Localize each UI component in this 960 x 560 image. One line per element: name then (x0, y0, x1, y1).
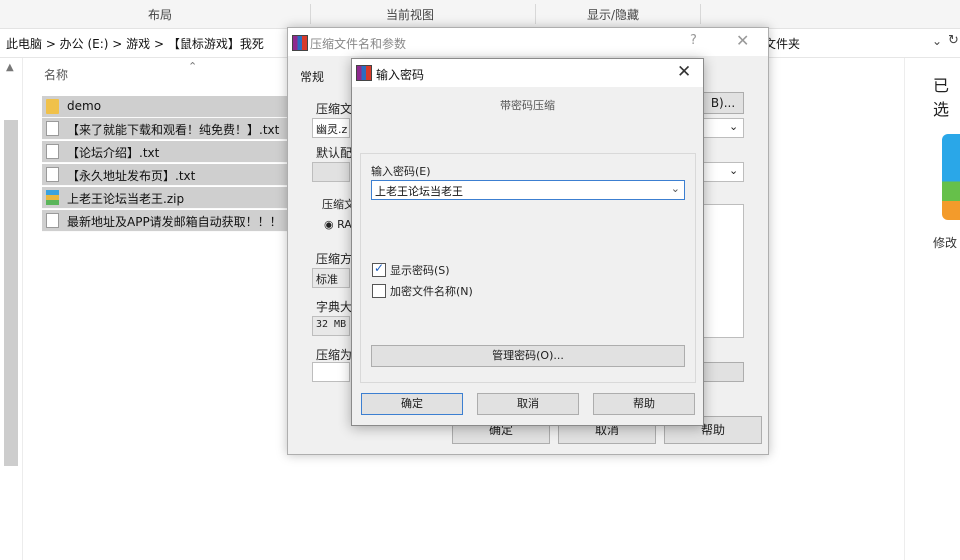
manage-passwords-button[interactable]: 管理密码(O)... (371, 345, 685, 367)
format-rar-radio[interactable]: ◉ RA (324, 218, 352, 231)
winrar-icon (356, 65, 372, 81)
split-to-volumes-label: 压缩为 (316, 348, 353, 362)
password-input[interactable]: 上老王论坛当老王 ⌄ (371, 180, 685, 200)
ribbon-divider (700, 4, 701, 24)
password-label: 输入密码(E) (371, 165, 431, 178)
refresh-icon[interactable]: ↻ (948, 33, 959, 48)
txt-file-icon (46, 144, 59, 159)
archive-name-label: 压缩文 (316, 102, 353, 116)
close-icon[interactable]: ✕ (736, 31, 749, 50)
set-password-button[interactable] (702, 362, 744, 382)
file-name: 上老王论坛当老王.zip (67, 192, 185, 206)
encrypt-file-names-label[interactable]: 加密文件名称(N) (390, 283, 473, 299)
password-value: 上老王论坛当老王 (375, 185, 463, 198)
breadcrumb-tail[interactable]: 文件夹 (764, 35, 800, 52)
tab-general[interactable]: 常规 (300, 68, 324, 85)
txt-file-icon (46, 121, 59, 136)
scrollbar-thumb[interactable] (4, 120, 18, 466)
sort-ascending-icon: ⌃ (188, 60, 198, 73)
preview-thumbnail (942, 134, 960, 220)
show-password-label[interactable]: 显示密码(S) (390, 262, 450, 278)
ok-button[interactable]: 确定 (361, 393, 463, 415)
list-item[interactable]: 【论坛介绍】.txt (42, 141, 288, 163)
dialog-title: 压缩文件名和参数 (310, 37, 407, 51)
pane-divider[interactable] (904, 58, 905, 560)
ribbon-bar: 布局 当前视图 显示/隐藏 (0, 0, 960, 29)
show-password-checkbox[interactable] (372, 261, 386, 277)
file-name: 【永久地址发布页】.txt (67, 169, 196, 183)
folder-icon (46, 99, 59, 114)
chevron-down-icon[interactable]: ⌄ (671, 182, 680, 195)
dialog-title: 输入密码 (376, 68, 425, 82)
preview-title: 已选 (933, 76, 950, 119)
ribbon-divider (535, 4, 536, 24)
breadcrumb[interactable]: 此电脑 > 办公 (E:) > 游戏 > 【鼠标游戏】我死 (6, 35, 264, 52)
chevron-down-icon[interactable]: ⌄ (932, 34, 942, 48)
dialog-titlebar[interactable]: 压缩文件名和参数 ? ✕ (288, 28, 768, 56)
ribbon-group-show-hide[interactable]: 显示/隐藏 (578, 6, 648, 23)
browse-button[interactable]: B)... (702, 92, 744, 114)
update-mode-dropdown[interactable]: ⌄ (702, 162, 744, 182)
txt-file-icon (46, 213, 59, 228)
compression-method-label: 压缩方 (316, 252, 353, 266)
list-item[interactable]: demo (42, 96, 288, 118)
winrar-icon (292, 35, 308, 51)
dialog-subtitle: 带密码压缩 (500, 99, 555, 112)
txt-file-icon (46, 167, 59, 182)
split-volume-input[interactable] (312, 362, 350, 382)
help-button[interactable]: 帮助 (593, 393, 695, 415)
ribbon-divider (310, 4, 311, 24)
list-item[interactable]: 最新地址及APP请发邮箱自动获取！！！ (42, 210, 288, 232)
scroll-up-icon[interactable]: ▲ (6, 62, 14, 73)
dictionary-size-label: 字典大 (316, 300, 353, 314)
list-item[interactable]: 【来了就能下载和观看！纯免费！】.txt (42, 118, 288, 140)
ribbon-group-current-view[interactable]: 当前视图 (380, 6, 440, 23)
compression-method-select[interactable]: 标准 (312, 268, 350, 288)
dialog-titlebar[interactable]: 输入密码 ✕ (352, 59, 703, 87)
list-item[interactable]: 【永久地址发布页】.txt (42, 164, 288, 186)
archive-options-panel (702, 204, 744, 338)
profile-button[interactable] (312, 162, 350, 182)
archive-name-input[interactable]: 幽灵.z (312, 118, 350, 138)
file-name: 【论坛介绍】.txt (67, 146, 160, 160)
file-name: demo (67, 99, 102, 113)
zip-archive-icon (46, 190, 59, 205)
close-icon[interactable]: ✕ (677, 62, 691, 82)
dictionary-size-select[interactable]: 32 MB (312, 316, 350, 336)
preview-modified-label: 修改 (933, 236, 958, 250)
file-name: 最新地址及APP请发邮箱自动获取！！！ (67, 215, 282, 229)
list-item[interactable]: 上老王论坛当老王.zip (42, 187, 288, 209)
encrypt-file-names-checkbox[interactable] (372, 284, 386, 298)
default-profile-label: 默认配 (316, 146, 353, 160)
archive-name-dropdown[interactable]: ⌄ (702, 118, 744, 138)
cancel-button[interactable]: 取消 (477, 393, 579, 415)
file-name: 【来了就能下载和观看！纯免费！】.txt (67, 123, 280, 137)
help-icon[interactable]: ? (690, 33, 697, 48)
enter-password-dialog: 输入密码 ✕ 带密码压缩 输入密码(E) 上老王论坛当老王 ⌄ 显示密码(S) … (351, 58, 704, 426)
navigation-pane: ▲ (0, 58, 23, 560)
ribbon-group-layout[interactable]: 布局 (140, 6, 180, 23)
column-header-name[interactable]: 名称 (44, 66, 68, 83)
